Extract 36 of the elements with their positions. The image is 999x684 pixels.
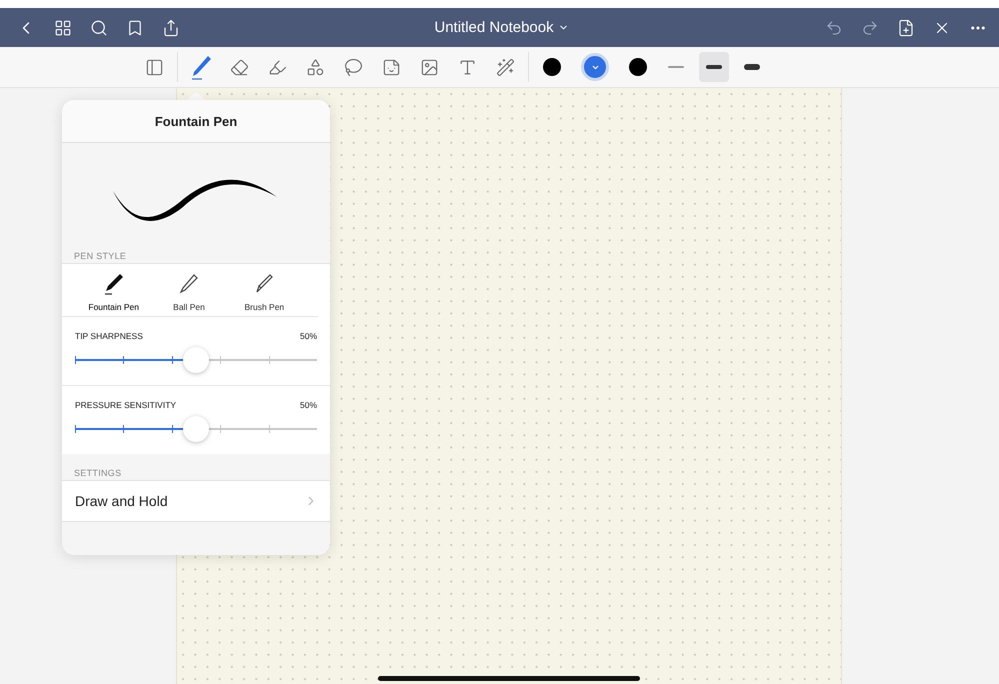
slider-value: 50% bbox=[300, 400, 317, 410]
grid-icon[interactable] bbox=[54, 18, 72, 36]
slider[interactable] bbox=[75, 416, 317, 442]
slider-thumb[interactable] bbox=[183, 416, 209, 442]
add-page-icon[interactable] bbox=[897, 18, 915, 36]
settings-row[interactable]: Draw and Hold bbox=[62, 480, 330, 522]
highlighter-icon bbox=[268, 58, 286, 76]
slider-label: PRESSURE SENSITIVITY bbox=[75, 400, 176, 410]
pen-style-option[interactable]: Fountain Pen bbox=[76, 272, 152, 312]
section-label: SETTINGS bbox=[73, 468, 122, 480]
laser-pointer-icon bbox=[496, 58, 514, 76]
sticker-icon bbox=[382, 58, 400, 76]
color-swatch[interactable] bbox=[581, 53, 609, 81]
share-icon[interactable] bbox=[162, 18, 180, 36]
slider-value: 50% bbox=[300, 331, 317, 341]
redo-icon[interactable] bbox=[861, 18, 879, 36]
bookmark-icon[interactable] bbox=[126, 18, 144, 36]
slider-label: TIP SHARPNESS bbox=[75, 331, 143, 341]
notebook-title[interactable]: Untitled Notebook bbox=[428, 18, 575, 37]
image-icon bbox=[420, 58, 438, 76]
slider-thumb[interactable] bbox=[183, 347, 209, 373]
popover-title: Fountain Pen bbox=[154, 114, 238, 128]
pen-style-option[interactable]: Ball Pen bbox=[151, 272, 227, 312]
lasso-icon bbox=[344, 58, 362, 76]
eraser-icon bbox=[230, 58, 248, 76]
pen-style-option[interactable]: Brush Pen bbox=[226, 272, 302, 312]
shapes-icon bbox=[306, 58, 324, 76]
slider[interactable] bbox=[75, 347, 317, 373]
text-box-icon bbox=[458, 58, 476, 76]
section-label: PEN STYLE bbox=[73, 251, 128, 263]
stroke-width-button[interactable] bbox=[699, 52, 729, 82]
color-swatch[interactable] bbox=[543, 58, 561, 76]
color-swatch[interactable] bbox=[629, 58, 647, 76]
panel-icon bbox=[144, 58, 164, 76]
search-icon[interactable] bbox=[90, 18, 108, 36]
undo-icon[interactable] bbox=[825, 18, 843, 36]
